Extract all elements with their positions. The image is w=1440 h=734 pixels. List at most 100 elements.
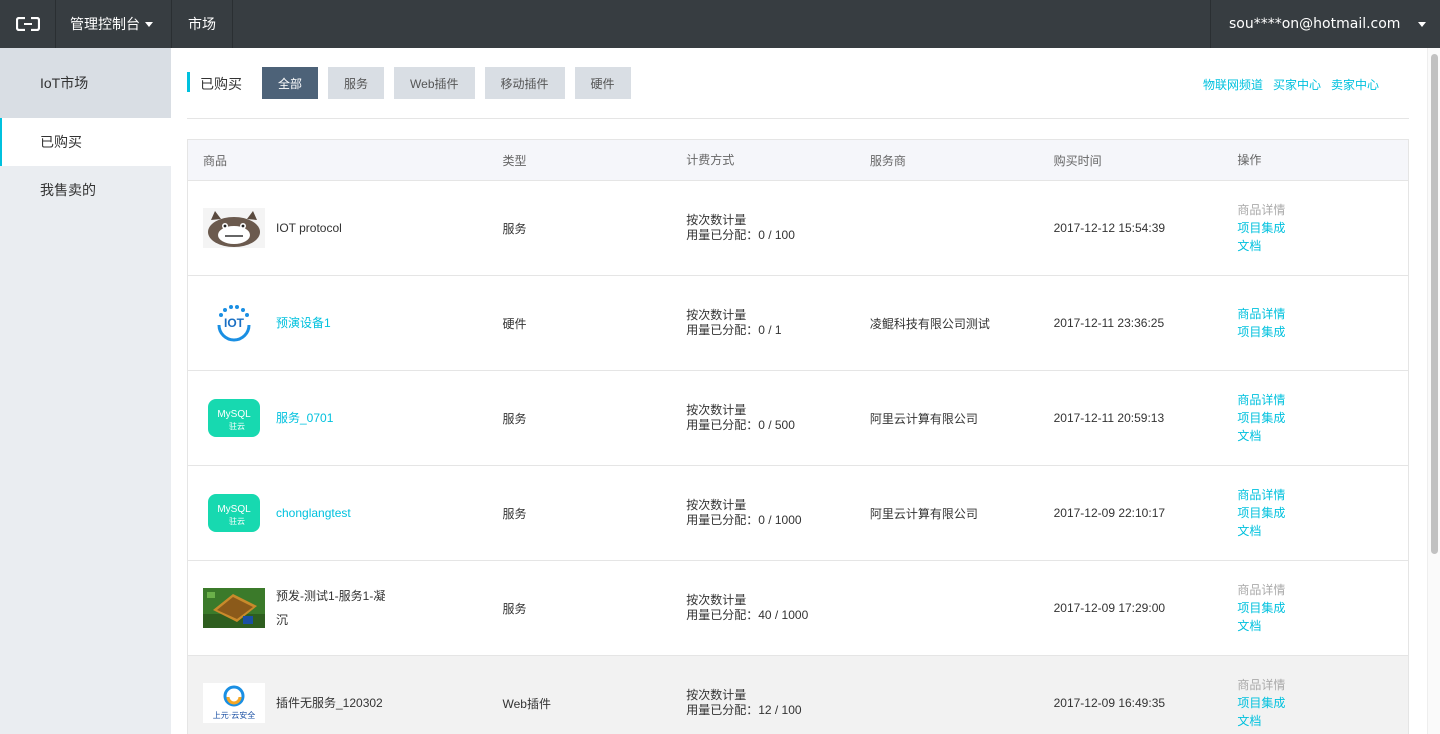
sidebar: IoT市场 已购买 我售卖的 <box>0 48 171 734</box>
billing-method: 按次数计量 <box>686 498 747 512</box>
docs-link[interactable]: 文档 <box>1237 712 1408 730</box>
security-logo-icon: 上元·云安全 <box>203 683 265 723</box>
product-name: IOT protocol <box>276 221 342 235</box>
project-integration-link[interactable]: 项目集成 <box>1237 694 1408 712</box>
vendor-name: 凌鲲科技有限公司测试 <box>869 316 990 331</box>
project-integration-link[interactable]: 项目集成 <box>1237 504 1408 522</box>
table-header: 商品 类型 计费方式 服务商 购买时间 操作 <box>188 140 1408 181</box>
product-detail-link: 商品详情 <box>1237 678 1286 692</box>
table-row: 上元·云安全 插件无服务_120302 Web插件 按次数计量 用量已分配：12… <box>188 656 1408 734</box>
purchase-time: 2017-12-12 15:54:39 <box>1053 221 1166 235</box>
header-billing: 计费方式 <box>686 152 735 167</box>
product-type: 服务 <box>502 601 527 616</box>
mysql-logo-text: MySQL <box>217 504 251 515</box>
product-thumbnail <box>203 208 265 248</box>
project-integration-link[interactable]: 项目集成 <box>1237 323 1408 341</box>
header-type: 类型 <box>502 153 527 168</box>
user-email: sou****on@hotmail.com <box>1229 16 1401 32</box>
header-links: 物联网频道 买家中心 卖家中心 <box>1193 76 1379 93</box>
sidebar-item-selling[interactable]: 我售卖的 <box>0 166 171 214</box>
billing-method: 按次数计量 <box>686 308 747 322</box>
usage-allocated: 用量已分配：0 / 100 <box>686 228 795 242</box>
purchase-time: 2017-12-09 17:29:00 <box>1053 601 1166 615</box>
filter-tabs: 全部 服务 Web插件 移动插件 硬件 <box>262 67 641 99</box>
project-integration-link[interactable]: 项目集成 <box>1237 599 1408 617</box>
main-content: 已购买 全部 服务 Web插件 移动插件 硬件 物联网频道 买家中心 卖家中心 … <box>171 48 1427 734</box>
product-detail-link[interactable]: 商品详情 <box>1237 305 1408 323</box>
billing-info: 按次数计量 用量已分配：0 / 500 <box>671 403 855 433</box>
table-row: 预发-测试1-服务1-凝沉 服务 按次数计量 用量已分配：40 / 1000 2… <box>188 561 1408 656</box>
sidebar-item-purchased[interactable]: 已购买 <box>0 118 171 166</box>
page-scrollbar[interactable] <box>1427 48 1440 734</box>
filter-hardware[interactable]: 硬件 <box>574 67 631 99</box>
title-accent-bar <box>187 72 190 92</box>
market-link[interactable]: 市场 <box>172 0 233 48</box>
console-label: 管理控制台 <box>70 16 140 32</box>
product-name[interactable]: chonglangtest <box>276 501 396 525</box>
ops-cell: 商品详情 项目集成 文档 <box>1222 391 1408 445</box>
billing-method: 按次数计量 <box>686 593 747 607</box>
product-type: 服务 <box>502 411 527 426</box>
purchased-table: 商品 类型 计费方式 服务商 购买时间 操作 IOT protocol 服务 按… <box>187 139 1409 734</box>
aliyun-logo-icon[interactable] <box>0 0 56 48</box>
billing-info: 按次数计量 用量已分配：0 / 100 <box>671 213 855 243</box>
usage-allocated: 用量已分配：12 / 100 <box>686 703 802 717</box>
product-detail-link[interactable]: 商品详情 <box>1237 391 1408 409</box>
billing-method: 按次数计量 <box>686 213 747 227</box>
page-title: 已购买 <box>200 76 242 92</box>
vendor-name: 阿里云计算有限公司 <box>869 506 978 521</box>
product-name: 插件无服务_120302 <box>276 696 383 710</box>
docs-link[interactable]: 文档 <box>1237 427 1408 445</box>
usage-allocated: 用量已分配：0 / 1 <box>686 323 782 337</box>
purchase-time: 2017-12-11 20:59:13 <box>1053 411 1165 425</box>
iot-logo-text: IOT <box>224 316 245 330</box>
ops-cell: 商品详情 项目集成 <box>1222 305 1408 341</box>
ops-cell: 商品详情 项目集成 文档 <box>1222 201 1408 255</box>
link-buyer-center[interactable]: 买家中心 <box>1273 76 1321 93</box>
table-row: MySQL 驻云 服务_0701 服务 按次数计量 用量已分配：0 / 500 阿… <box>188 371 1408 466</box>
product-type: 服务 <box>502 221 527 236</box>
purchase-time: 2017-12-09 16:49:35 <box>1053 696 1166 710</box>
top-bar: 管理控制台 市场 sou****on@hotmail.com <box>0 0 1440 48</box>
usage-allocated: 用量已分配：0 / 500 <box>686 418 795 432</box>
billing-info: 按次数计量 用量已分配：12 / 100 <box>671 688 855 718</box>
product-detail-link[interactable]: 商品详情 <box>1237 486 1408 504</box>
mysql-logo-subtext: 驻云 <box>229 421 245 431</box>
docs-link[interactable]: 文档 <box>1237 522 1408 540</box>
ops-cell: 商品详情 项目集成 文档 <box>1222 581 1408 635</box>
docs-link[interactable]: 文档 <box>1237 237 1408 255</box>
product-type: Web插件 <box>502 696 551 711</box>
billing-info: 按次数计量 用量已分配：0 / 1000 <box>671 498 855 528</box>
header-product: 商品 <box>203 153 228 168</box>
security-logo-text: 上元·云安全 <box>213 710 256 720</box>
user-menu[interactable]: sou****on@hotmail.com <box>1210 0 1440 48</box>
purchase-time: 2017-12-11 23:36:25 <box>1053 316 1165 330</box>
mysql-logo-icon: MySQL 驻云 <box>203 398 265 438</box>
product-detail-link: 商品详情 <box>1237 583 1286 597</box>
product-name: 预发-测试1-服务1-凝沉 <box>276 589 386 627</box>
table-row: MySQL 驻云 chonglangtest 服务 按次数计量 用量已分配：0 /… <box>188 466 1408 561</box>
product-detail-link: 商品详情 <box>1237 203 1286 217</box>
link-iot-channel[interactable]: 物联网频道 <box>1203 76 1263 93</box>
product-name[interactable]: 服务_0701 <box>276 406 396 430</box>
vendor-name: 阿里云计算有限公司 <box>869 411 978 426</box>
filter-mobile-plugin[interactable]: 移动插件 <box>484 67 565 99</box>
mysql-logo-text: MySQL <box>217 409 251 420</box>
link-seller-center[interactable]: 卖家中心 <box>1331 76 1379 93</box>
table-row: IOT 预演设备1 硬件 按次数计量 用量已分配：0 / 1 凌鲲科技有限公司测… <box>188 276 1408 371</box>
filter-all[interactable]: 全部 <box>262 67 319 99</box>
product-thumbnail <box>203 588 265 628</box>
console-menu[interactable]: 管理控制台 <box>56 0 172 48</box>
filter-service[interactable]: 服务 <box>328 67 385 99</box>
product-type: 硬件 <box>502 316 527 331</box>
scrollbar-thumb[interactable] <box>1431 54 1438 554</box>
product-name[interactable]: 预演设备1 <box>276 311 396 335</box>
table-row: IOT protocol 服务 按次数计量 用量已分配：0 / 100 2017… <box>188 181 1408 276</box>
usage-allocated: 用量已分配：0 / 1000 <box>686 513 802 527</box>
filter-web-plugin[interactable]: Web插件 <box>394 67 475 99</box>
project-integration-link[interactable]: 项目集成 <box>1237 219 1408 237</box>
header-vendor: 服务商 <box>869 153 906 168</box>
docs-link[interactable]: 文档 <box>1237 617 1408 635</box>
billing-method: 按次数计量 <box>686 688 747 702</box>
project-integration-link[interactable]: 项目集成 <box>1237 409 1408 427</box>
